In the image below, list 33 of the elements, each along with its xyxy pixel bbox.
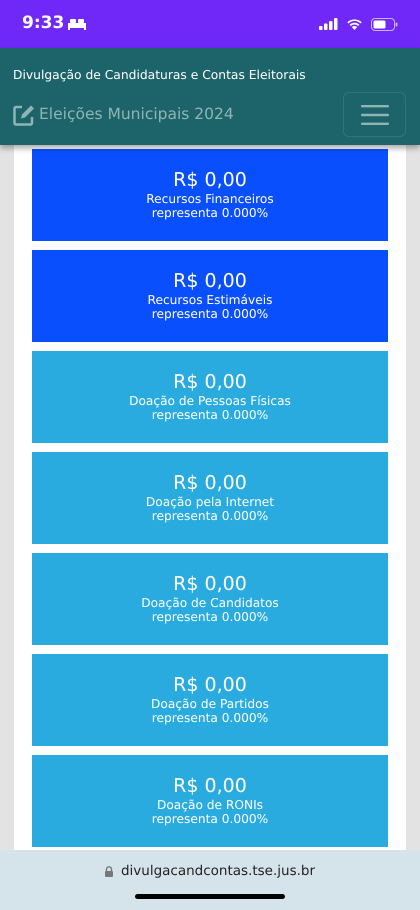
card-share: representa 0.000%	[152, 812, 268, 826]
wifi-icon	[346, 18, 363, 30]
status-time: 9:33	[22, 12, 64, 36]
battery-icon	[371, 18, 398, 30]
signal-icon	[319, 18, 338, 30]
card-amount: R$ 0,00	[173, 574, 247, 596]
lock-icon	[104, 866, 113, 877]
card-share: representa 0.000%	[152, 610, 268, 624]
card-label: Doação de Pessoas Físicas	[129, 394, 291, 408]
card-share: representa 0.000%	[152, 206, 268, 220]
card-label: Doação de Candidatos	[141, 596, 279, 610]
card-share: representa 0.000%	[152, 306, 268, 321]
url-text[interactable]: divulgacandcontas.tse.jus.br	[120, 861, 316, 882]
card-label: Doação de Partidos	[151, 696, 269, 711]
card-amount: R$ 0,00	[173, 372, 247, 394]
card-share: representa 0.000%	[152, 508, 268, 523]
card-amount: R$ 0,00	[173, 170, 247, 192]
card-label: Doação de RONIs	[156, 798, 264, 812]
menu-button[interactable]	[343, 92, 406, 138]
card-label: Recursos Financeiros	[146, 192, 274, 206]
menu-icon	[360, 104, 388, 125]
card-amount: R$ 0,00	[173, 675, 247, 697]
site-title: Divulgação de Candidaturas e Contas Eleitorais	[13, 67, 307, 84]
home-indicator[interactable]	[135, 894, 285, 900]
card-amount: R$ 0,00	[173, 776, 247, 798]
card-label: Doação pela Internet	[146, 494, 274, 509]
card-share: representa 0.000%	[152, 710, 268, 725]
card-amount: R$ 0,00	[173, 271, 247, 293]
bed-icon	[68, 18, 86, 30]
card-amount: R$ 0,00	[173, 473, 247, 495]
card-label: Recursos Estimáveis	[148, 292, 272, 307]
card-share: representa 0.000%	[152, 408, 268, 422]
edit-icon	[13, 104, 35, 126]
